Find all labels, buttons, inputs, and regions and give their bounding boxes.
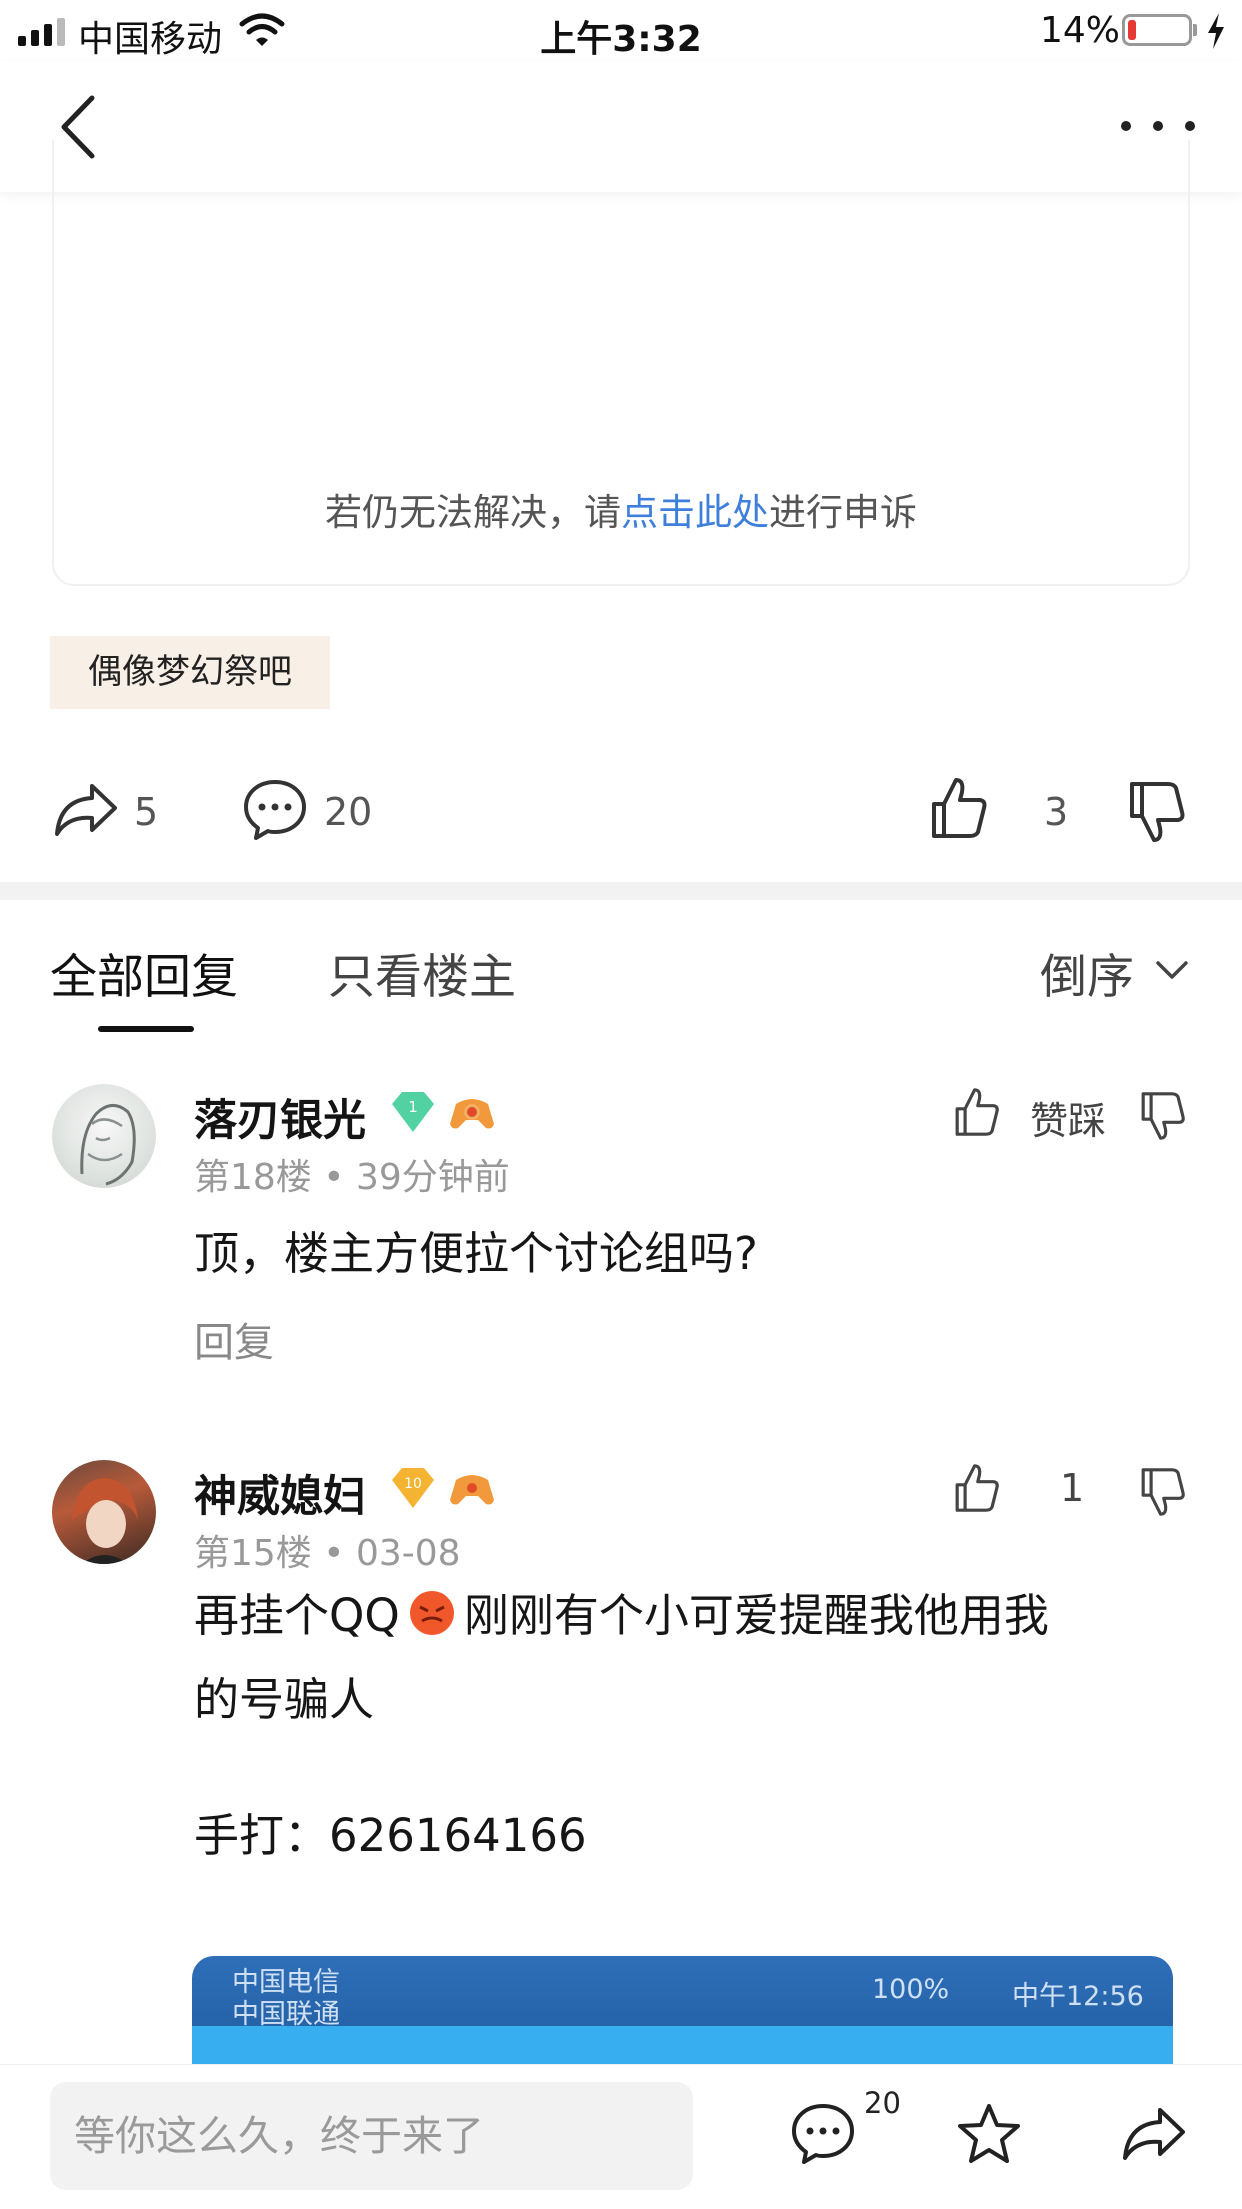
comment-text-line-3: 手打：626164166: [194, 1809, 587, 1862]
meta-separator: •: [311, 1157, 356, 1198]
image-battery: 100%: [872, 1974, 950, 2005]
appeal-prefix: 若仍无法解决，请: [325, 491, 621, 534]
battery-tip: [1193, 24, 1197, 36]
share-icon[interactable]: [1120, 2104, 1188, 2164]
thumb-up-icon[interactable]: [954, 1462, 1000, 1514]
emoji-icon: [409, 1591, 454, 1635]
section-divider: [0, 882, 1242, 900]
comment-icon[interactable]: [242, 778, 308, 842]
comment-count: 20: [324, 790, 373, 834]
appeal-link[interactable]: 点击此处: [621, 491, 769, 534]
status-bar: 中国移动 上午3:32 14%: [0, 0, 1242, 62]
comment-image[interactable]: 中国电信 中国联通 100% 中午12:56: [192, 1956, 1173, 2076]
thumb-up-icon[interactable]: [954, 1086, 1000, 1138]
avatar[interactable]: [52, 1460, 156, 1564]
more-dots-icon[interactable]: [1118, 118, 1198, 134]
forum-tag[interactable]: 偶像梦幻祭吧: [50, 636, 330, 709]
active-tab-indicator: [98, 1026, 194, 1032]
appeal-text: 若仍无法解决，请点击此处进行申诉: [0, 482, 1242, 536]
meta-separator: •: [311, 1533, 356, 1574]
level-gem-icon: 10: [392, 1468, 434, 1508]
image-carrier-2: 中国联通: [232, 1999, 340, 2030]
post-time: 03-08: [355, 1533, 461, 1574]
chevron-down-icon[interactable]: [1154, 952, 1190, 988]
avatar[interactable]: [52, 1084, 156, 1188]
username[interactable]: 神威媳妇: [194, 1462, 366, 1524]
thumb-down-icon[interactable]: [1140, 1466, 1186, 1518]
share-icon[interactable]: [52, 780, 120, 840]
comment-item: 落刃银光 1 第18楼 • 39分钟前 赞踩 顶，楼主方便拉个讨论组吗? 回复: [0, 1082, 1242, 1382]
comment-icon[interactable]: [790, 2102, 856, 2166]
comment-meta: 第18楼 • 39分钟前: [194, 1148, 510, 1200]
sort-dropdown[interactable]: 倒序: [1040, 938, 1134, 1007]
reply-input[interactable]: 等你这么久，终于来了: [50, 2082, 693, 2190]
thumb-down-icon[interactable]: [1128, 780, 1186, 844]
image-time: 中午12:56: [1012, 1981, 1144, 2012]
post-action-row: 5 20 3: [0, 770, 1242, 850]
appeal-suffix: 进行申诉: [769, 491, 917, 534]
like-count: 1: [1060, 1466, 1085, 1510]
comment-text-line-2: 的号骗人: [194, 1673, 375, 1726]
comment-text-line-1: 再挂个QQ 刚刚有个小可爱提醒我他用我: [194, 1574, 1049, 1658]
level-gem-icon: 1: [392, 1092, 434, 1132]
like-count: 3: [1044, 790, 1069, 834]
floor-number: 第15楼: [194, 1533, 312, 1574]
star-icon[interactable]: [956, 2102, 1022, 2166]
level-badge-number: 1: [408, 1098, 418, 1116]
comment-text-part: 再挂个QQ: [194, 1589, 400, 1642]
comment-text: 顶，楼主方便拉个讨论组吗?: [194, 1227, 758, 1280]
vote-label: 赞踩: [1030, 1099, 1107, 1143]
share-count: 5: [134, 790, 159, 834]
tab-op-only[interactable]: 只看楼主: [328, 938, 516, 1007]
comment-meta: 第15楼 • 03-08: [194, 1524, 461, 1576]
comment-text-part: 刚刚有个小可爱提醒我他用我: [463, 1589, 1049, 1642]
game-controller-icon: [450, 1099, 494, 1129]
charging-bolt-icon: [1208, 13, 1224, 49]
game-controller-icon: [450, 1475, 494, 1505]
reply-button[interactable]: 回复: [194, 1310, 274, 1368]
comment-count-badge: 20: [864, 2086, 901, 2120]
post-time: 39分钟前: [355, 1157, 510, 1198]
level-badge-number: 10: [404, 1476, 422, 1492]
thumb-up-icon[interactable]: [930, 776, 988, 840]
battery-percent: 14%: [1040, 10, 1121, 51]
thumb-down-icon[interactable]: [1140, 1090, 1186, 1142]
username[interactable]: 落刃银光: [194, 1086, 366, 1148]
floor-number: 第18楼: [194, 1157, 312, 1198]
tab-all-replies[interactable]: 全部回复: [50, 938, 238, 1007]
battery-icon: [1122, 14, 1192, 46]
